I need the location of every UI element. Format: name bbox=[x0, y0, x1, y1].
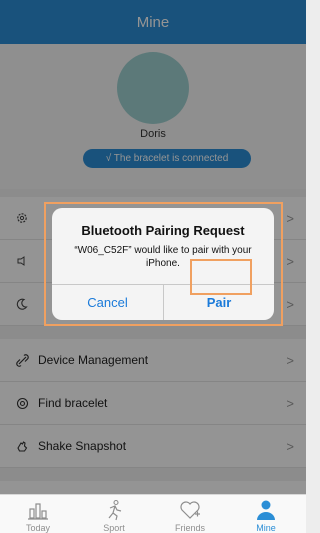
tab-sport[interactable]: Sport bbox=[76, 495, 152, 533]
pair-button-highlight-box bbox=[190, 259, 252, 295]
tab-today[interactable]: Today bbox=[0, 495, 76, 533]
runner-icon bbox=[108, 499, 122, 521]
chart-icon bbox=[28, 503, 48, 520]
tab-friends-label: Friends bbox=[174, 523, 205, 533]
tab-sport-label: Sport bbox=[103, 523, 125, 533]
tab-today-label: Today bbox=[25, 523, 51, 533]
person-icon bbox=[257, 500, 275, 520]
tab-friends[interactable]: Friends bbox=[152, 495, 228, 533]
tab-mine[interactable]: Mine bbox=[228, 495, 304, 533]
tab-bar: Today Sport Friends Mine bbox=[0, 494, 306, 533]
heart-add-icon bbox=[180, 501, 200, 519]
tab-mine-label: Mine bbox=[256, 523, 276, 533]
mine-screen: Mine Doris √ The bracelet is connected >… bbox=[0, 0, 306, 533]
